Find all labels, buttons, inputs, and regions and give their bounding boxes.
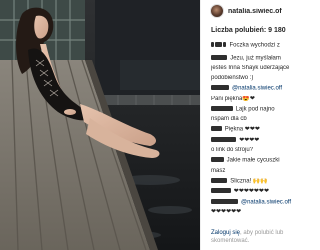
comment-text: ❤❤❤❤ <box>239 137 260 144</box>
comment-line: jesteś Irina Shayk uderzające <box>211 65 299 73</box>
login-link[interactable]: Zaloguj się <box>211 230 240 236</box>
comment-line: Piękna ❤❤❤ <box>211 126 299 134</box>
comment-text: ❤❤❤❤❤❤❤ <box>233 188 269 195</box>
photo-image <box>0 0 200 250</box>
comment-text: Śliczna! 🙌🙌 <box>230 178 268 185</box>
commenter-username-redacted[interactable] <box>211 85 229 91</box>
comment-text: Lajk pod najno <box>235 106 275 113</box>
comment-item: Piękna ❤❤❤ <box>211 126 299 134</box>
comment-text: o link do stroju? <box>211 147 254 154</box>
comment-line: o link do stroju? <box>211 147 299 155</box>
comment-item: ❤❤❤❤❤❤❤ <box>211 188 299 196</box>
commenter-username-redacted[interactable] <box>211 126 222 132</box>
comment-line: masz <box>211 168 299 176</box>
commenter-username-redacted[interactable] <box>211 105 233 111</box>
comment-line: Pani piękna😍❤ <box>211 96 299 104</box>
username-link[interactable]: natalia.siwiec.of <box>228 8 300 15</box>
comment-text: Pani piękna😍❤ <box>211 95 255 102</box>
comment-text: jesteś Irina Shayk uderzające <box>211 65 290 72</box>
comment-line: ❤❤❤❤ <box>211 136 299 145</box>
commenter-username-redacted[interactable] <box>211 54 228 60</box>
commenter-username-redacted[interactable] <box>211 177 228 183</box>
comment-text: ❤❤❤❤❤❤ <box>211 209 242 216</box>
comment-text: masz <box>211 167 226 174</box>
comment-line: Jezu, już myślałam <box>211 54 299 63</box>
login-prompt: Zaloguj się, aby polubić lub skomentować… <box>211 229 299 245</box>
comment-text: nspam dla cb <box>211 116 247 123</box>
redacted-text <box>214 42 222 47</box>
comment-item: Jakie małe cycuszki masz <box>211 157 299 175</box>
comment-line: ❤❤❤❤❤❤❤ <box>211 188 299 196</box>
comment-item: Śliczna! 🙌🙌 <box>211 177 299 186</box>
comments-list: Foczka wychodzi z Jezu, już myślałam jeste… <box>211 42 299 224</box>
comment-text: Foczka wychodzi z <box>229 42 280 49</box>
comment-item: ❤❤❤❤ o link do stroju? <box>211 136 299 155</box>
comment-item: Jezu, już myślałam jesteś Irina Shayk ude… <box>211 54 299 83</box>
comment-line: @natalia.siwiec.off <box>211 85 299 93</box>
comment-line: Foczka wychodzi z <box>211 42 299 50</box>
commenter-username-redacted[interactable] <box>211 198 238 204</box>
comment-item: @natalia.siwiec.off Pani piękna😍❤ <box>211 85 299 103</box>
comment-line: podobieństwo :) <box>211 75 299 83</box>
comment-item: Foczka wychodzi z <box>211 42 299 52</box>
post-photo[interactable] <box>0 0 200 250</box>
commenter-username-redacted[interactable] <box>211 188 231 194</box>
post-sidebar: natalia.siwiec.of Liczba polubień: 9 180… <box>200 0 300 250</box>
comment-text: Jakie małe cycuszki <box>226 157 280 164</box>
comment-line: nspam dla cb <box>211 116 299 124</box>
comment-item: Lajk pod najno nspam dla cb <box>211 105 299 124</box>
commenter-username-redacted[interactable] <box>211 157 224 163</box>
redacted-text <box>222 42 227 47</box>
comment-text: Jezu, już myślałam <box>230 55 281 62</box>
mention-link[interactable]: @natalia.siwiec.off <box>232 86 282 92</box>
commenter-username-redacted[interactable] <box>211 42 214 47</box>
likes-count[interactable]: Liczba polubień: 9 180 <box>211 27 286 34</box>
avatar[interactable] <box>210 4 224 18</box>
comment-text: Piękna ❤❤❤ <box>224 126 260 133</box>
comment-line: Lajk pod najno <box>211 105 299 114</box>
comment-item: @natalia.siwiec.off ❤❤❤❤❤❤ <box>211 198 299 217</box>
comment-line: @natalia.siwiec.off <box>211 198 299 207</box>
commenter-username-redacted[interactable] <box>211 136 237 142</box>
comment-line: Śliczna! 🙌🙌 <box>211 177 299 186</box>
comment-text: podobieństwo :) <box>211 75 254 82</box>
post-header: natalia.siwiec.of <box>201 0 300 22</box>
comment-line: Jakie małe cycuszki <box>211 157 299 165</box>
comment-line: ❤❤❤❤❤❤ <box>211 209 299 217</box>
mention-link[interactable]: @natalia.siwiec.off <box>241 199 291 205</box>
